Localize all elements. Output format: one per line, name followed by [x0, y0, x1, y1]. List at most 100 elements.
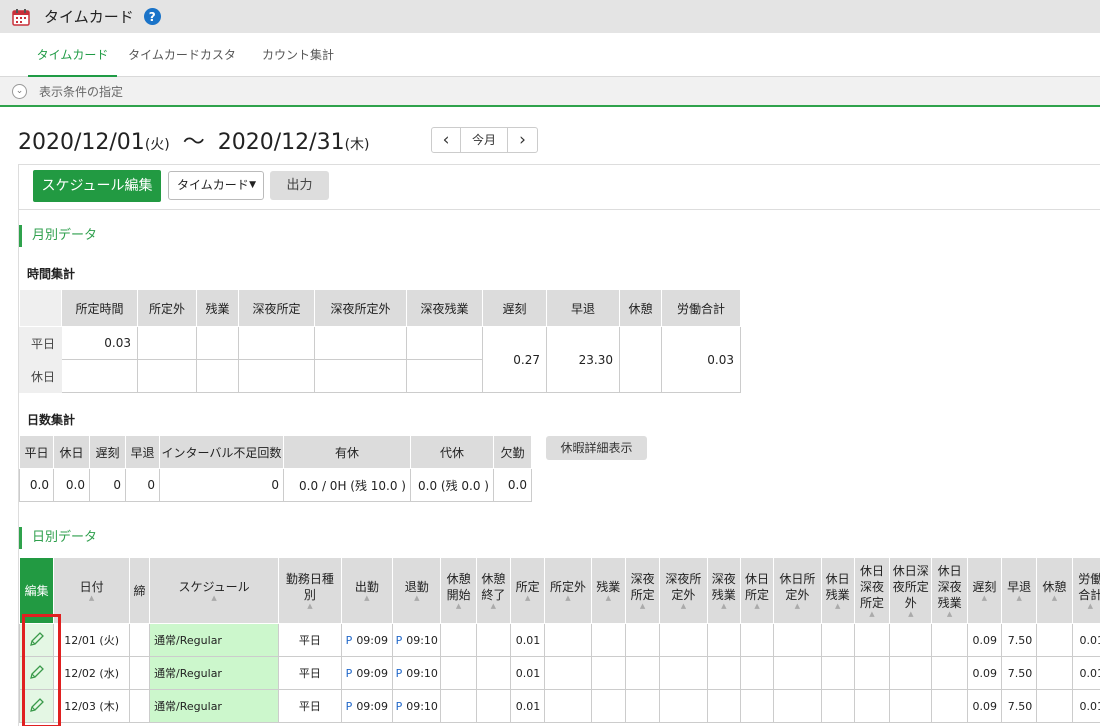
header-label: 休日所定	[745, 572, 770, 602]
sort-icon[interactable]: ▲	[55, 595, 128, 602]
sort-icon[interactable]: ▲	[709, 603, 739, 610]
empty-cell	[853, 623, 891, 657]
header-cell[interactable]: 休憩開始 ▲	[440, 557, 477, 624]
value-cell	[61, 359, 138, 393]
clock-out-cell: P 09:10	[392, 623, 442, 657]
header-cell[interactable]: 早退 ▲	[1000, 557, 1038, 624]
schedule-cell[interactable]: 通常/Regular	[149, 623, 280, 657]
empty-cell	[590, 623, 626, 657]
work-total-cell: 0.01	[1071, 656, 1100, 690]
header-cell[interactable]: 休憩 ▲	[1036, 557, 1073, 624]
header-cell[interactable]: スケジュール ▲	[149, 557, 280, 624]
closing-cell	[128, 623, 151, 657]
header-cell: 所定時間	[61, 289, 138, 327]
sort-icon[interactable]: ▲	[151, 595, 277, 602]
tab-timecard[interactable]: タイムカード	[28, 33, 117, 77]
days-summary-table: 平日 休日 遅刻 早退 インターバル不足回数 有休 代休 欠勤 0.0 0.0 …	[19, 435, 532, 502]
daily-header: 編集 日付 ▲ 締 スケジュール ▲ 勤務日種別 ▲ 出勤 ▲ 退勤 ▲ 休憩開始 ▲ 休憩…	[18, 557, 1100, 624]
header-cell[interactable]: 休日深夜残業 ▲	[931, 557, 968, 624]
early-leave-cell: 7.50	[1000, 656, 1038, 690]
tab-timecard-custom[interactable]: タイムカードカスタム	[126, 33, 238, 106]
punch-marker: P	[395, 633, 403, 647]
sort-icon[interactable]: ▲	[512, 595, 543, 602]
schedule-cell[interactable]: 通常/Regular	[149, 689, 280, 723]
clock-out-cell: P 09:10	[392, 656, 442, 690]
empty-cell	[544, 689, 592, 723]
sort-icon[interactable]: ▲	[343, 595, 391, 602]
highlight-annotation	[22, 614, 61, 726]
break-end-cell	[475, 656, 512, 690]
early-leave-total: 23.30	[546, 326, 620, 393]
empty-cell	[706, 656, 741, 690]
display-condition-toggle[interactable]: ⌄ 表示条件の指定	[0, 77, 1100, 107]
empty-cell	[706, 689, 741, 723]
header-cell[interactable]: 出勤 ▲	[340, 557, 394, 624]
header-label: 早退	[1007, 580, 1032, 594]
header-cell[interactable]: 日付 ▲	[53, 557, 130, 624]
sort-icon[interactable]: ▲	[593, 595, 624, 602]
header-cell[interactable]: 休日所定外 ▲	[773, 557, 822, 624]
header-cell[interactable]: 休日残業 ▲	[820, 557, 855, 624]
tab-count-summary[interactable]: カウント集計	[256, 33, 340, 77]
header-label: 休日深夜所定外	[892, 564, 929, 610]
value-cell: 0.0 (残 0.0 )	[410, 468, 494, 502]
header-cell[interactable]: 労働合計 ▲	[1071, 557, 1100, 624]
header-cell[interactable]: 勤務日種別 ▲	[278, 557, 342, 624]
header-cell[interactable]: 深夜所定外 ▲	[659, 557, 708, 624]
sort-icon[interactable]: ▲	[478, 603, 509, 610]
sort-icon[interactable]: ▲	[661, 603, 705, 610]
leave-detail-button[interactable]: 休暇詳細表示	[546, 436, 647, 460]
output-button[interactable]: 出力	[270, 171, 329, 200]
sort-icon[interactable]: ▲	[1003, 595, 1035, 602]
empty-cell	[931, 623, 968, 657]
header-cell[interactable]: 残業 ▲	[590, 557, 626, 624]
help-icon[interactable]: ?	[143, 8, 161, 25]
view-select[interactable]: タイムカード ▼	[168, 171, 264, 200]
clock-in-cell: P 09:09	[340, 623, 394, 657]
header-cell[interactable]: 休日深夜所定 ▲	[853, 557, 891, 624]
sort-icon[interactable]: ▲	[546, 595, 589, 602]
value-cell: 0	[159, 468, 284, 502]
tab-bar: タイムカード タイムカードカスタム カウント集計	[0, 33, 1100, 106]
early-leave-cell: 7.50	[1000, 689, 1038, 723]
sort-icon[interactable]: ▲	[394, 595, 439, 602]
sort-icon[interactable]: ▲	[775, 603, 819, 610]
daily-row: 12/01 (火) 通常/Regular 平日 P 09:09 P 09:10 0.…	[18, 623, 1100, 657]
monthly-data-title: 月別データ	[19, 225, 319, 247]
sort-icon[interactable]: ▲	[891, 611, 930, 618]
sort-icon[interactable]: ▲	[856, 611, 888, 618]
header-cell[interactable]: 所定 ▲	[510, 557, 546, 624]
start-date: 2020/12/01	[18, 130, 145, 155]
schedule-cell[interactable]: 通常/Regular	[149, 656, 280, 690]
sort-icon[interactable]: ▲	[1038, 595, 1070, 602]
header-cell[interactable]: 休憩終了 ▲	[475, 557, 512, 624]
header-cell[interactable]: 深夜残業 ▲	[706, 557, 741, 624]
end-date: 2020/12/31	[217, 130, 345, 155]
clock-in-time: 09:09	[356, 633, 389, 647]
header-cell[interactable]: 所定外 ▲	[544, 557, 592, 624]
current-month-button[interactable]: 今月	[461, 128, 508, 152]
next-month-button[interactable]: ›	[508, 128, 537, 152]
sort-icon[interactable]: ▲	[280, 603, 340, 610]
prev-month-button[interactable]: ‹	[432, 128, 461, 152]
schedule-edit-button[interactable]: スケジュール編集	[33, 170, 161, 202]
header-label: 編集	[24, 583, 49, 598]
punch-marker: P	[345, 633, 353, 647]
header-cell[interactable]: 遅刻 ▲	[966, 557, 1003, 624]
break-start-cell	[440, 656, 477, 690]
value-cell: 0.03	[61, 326, 138, 360]
header-cell[interactable]: 退勤 ▲	[392, 557, 442, 624]
sort-icon[interactable]: ▲	[969, 595, 1000, 602]
daily-row: 12/03 (木) 通常/Regular 平日 P 09:09 P 09:10 0.…	[18, 689, 1100, 723]
sort-icon[interactable]: ▲	[742, 603, 772, 610]
value-cell: 0.0	[53, 468, 90, 502]
sort-icon[interactable]: ▲	[1074, 603, 1100, 610]
sort-icon[interactable]: ▲	[933, 611, 965, 618]
header-cell[interactable]: 休日深夜所定外 ▲	[889, 557, 933, 624]
sort-icon[interactable]: ▲	[442, 603, 474, 610]
sort-icon[interactable]: ▲	[823, 603, 853, 610]
sort-icon[interactable]: ▲	[627, 603, 658, 610]
header-cell[interactable]: 深夜所定 ▲	[624, 557, 661, 624]
clock-out-time: 09:10	[406, 666, 438, 680]
header-cell[interactable]: 休日所定 ▲	[739, 557, 775, 624]
